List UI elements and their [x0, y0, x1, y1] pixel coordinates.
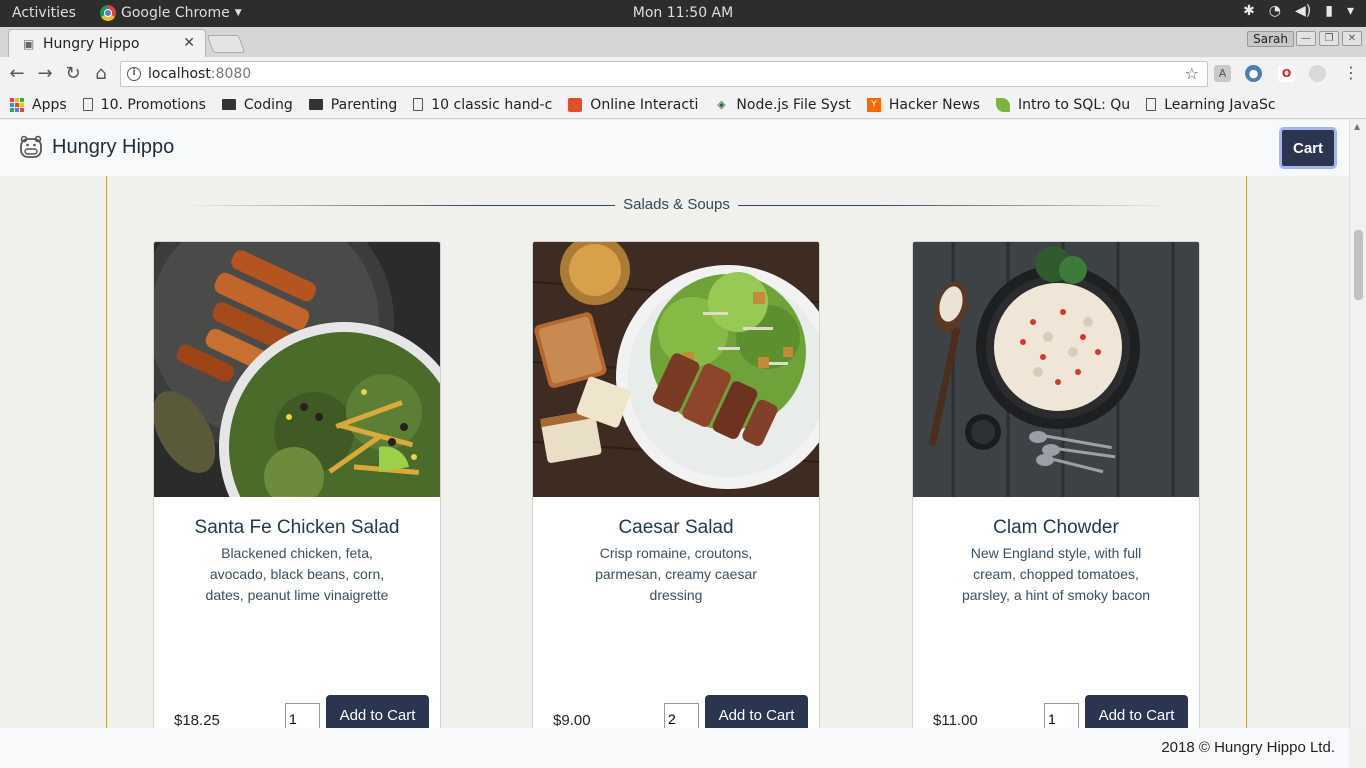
- page-footer: 2018 © Hungry Hippo Ltd.: [0, 728, 1349, 768]
- activities-button[interactable]: Activities: [12, 5, 76, 21]
- bookmark-hacker-news[interactable]: Y Hacker News: [866, 96, 980, 113]
- item-price: $18.25: [174, 712, 220, 729]
- bookmarks-bar: Apps 10. Promotions Coding Parenting 10 …: [0, 91, 1366, 119]
- bookmark-label: Parenting: [330, 96, 398, 113]
- chrome-menu-icon[interactable]: ⋮: [1340, 63, 1362, 82]
- browser-toolbar: ← → ↻ ⌂ i localhost:8080 ☆ A ● O ⋮: [0, 57, 1366, 91]
- bookmark-label: 10. Promotions: [100, 96, 206, 113]
- home-icon[interactable]: ⌂: [90, 63, 112, 84]
- tab-title: Hungry Hippo: [43, 35, 140, 52]
- nodejs-icon: ◈: [717, 97, 726, 111]
- menu-card-clam-chowder: Clam Chowder New England style, with ful…: [912, 241, 1200, 741]
- app-menu-label: Google Chrome: [121, 5, 230, 21]
- item-description: New England style, with full cream, chop…: [961, 545, 1151, 603]
- volume-icon[interactable]: ◀): [1295, 3, 1311, 19]
- bookmark-label: 10 classic hand-c: [431, 96, 553, 113]
- profile-button[interactable]: Sarah: [1247, 31, 1294, 47]
- bookmark-coding[interactable]: Coding: [221, 96, 293, 113]
- address-bar[interactable]: i localhost:8080 ☆: [120, 61, 1208, 87]
- item-title: Caesar Salad: [618, 517, 734, 538]
- folder-icon: [308, 99, 323, 110]
- wifi-icon[interactable]: ◔: [1269, 3, 1281, 19]
- bookmark-label: Apps: [32, 96, 67, 113]
- tab-strip: ▣ Hungry Hippo ✕ Sarah — ❐ ✕: [0, 27, 1366, 57]
- bookmark-label: Node.js File Syst: [736, 96, 851, 113]
- chevron-down-icon: ▼: [234, 8, 242, 18]
- bookmark-classic[interactable]: 10 classic hand-c: [413, 97, 552, 113]
- document-icon: [82, 98, 93, 111]
- item-price: $9.00: [553, 712, 591, 729]
- scrollbar-thumb[interactable]: [1354, 230, 1363, 300]
- clam-chowder-photo: [913, 242, 1199, 497]
- brand-link[interactable]: Hungry Hippo: [18, 134, 174, 160]
- bookmark-apps[interactable]: Apps: [10, 97, 67, 113]
- bookmark-label: Coding: [243, 96, 293, 113]
- menu-card-santa-fe-chicken-salad: Santa Fe Chicken Salad Blackened chicken…: [153, 241, 441, 741]
- document-icon: [1146, 98, 1157, 111]
- new-tab-button[interactable]: [206, 35, 246, 53]
- item-price: $11.00: [933, 712, 978, 729]
- url-host: localhost: [148, 66, 211, 82]
- footer-copyright: 2018 © Hungry Hippo Ltd.: [1161, 739, 1335, 756]
- bookmark-label: Hacker News: [888, 96, 980, 113]
- bookmark-label: Learning JavaSc: [1164, 96, 1276, 113]
- html5-icon: [568, 97, 583, 112]
- item-title: Santa Fe Chicken Salad: [194, 517, 400, 538]
- ycombinator-icon: Y: [866, 97, 881, 112]
- browser-tab[interactable]: ▣ Hungry Hippo ✕: [8, 29, 206, 57]
- close-tab-icon[interactable]: ✕: [183, 35, 195, 51]
- extension-grey-icon[interactable]: [1309, 65, 1326, 82]
- bookmark-label: Online Interacti: [590, 96, 699, 113]
- bookmark-label: Intro to SQL: Qu: [1017, 96, 1131, 113]
- scroll-up-icon[interactable]: ▲: [1354, 122, 1360, 131]
- menu-section: Salads & Soups Santa Fe Chicken Salad Bl…: [106, 176, 1247, 768]
- section-title: Salads & Soups: [615, 196, 738, 213]
- url-port: :8080: [210, 66, 252, 82]
- reload-icon[interactable]: ↻: [62, 63, 84, 84]
- caesar-salad-photo: [533, 242, 819, 497]
- bookmark-parenting[interactable]: Parenting: [308, 96, 398, 113]
- extension-opera-icon[interactable]: O: [1278, 65, 1295, 82]
- maximize-icon[interactable]: ❐: [1319, 31, 1339, 46]
- system-top-bar: Activities Google Chrome ▼ Mon 11:50 AM …: [0, 0, 1366, 27]
- item-description: Blackened chicken, feta, avocado, black …: [205, 545, 389, 603]
- minimize-icon[interactable]: —: [1296, 31, 1316, 46]
- apps-grid-icon: [10, 97, 24, 112]
- settings-gear-icon[interactable]: ✱: [1243, 3, 1255, 19]
- site-info-icon[interactable]: i: [127, 67, 141, 81]
- bookmark-intro-sql[interactable]: Intro to SQL: Qu: [995, 96, 1131, 113]
- page-viewport: Hungry Hippo Cart Salads & Soups Santa F…: [0, 120, 1349, 768]
- santa-fe-salad-photo: [154, 242, 440, 497]
- app-navbar: Hungry Hippo Cart: [0, 120, 1349, 176]
- extension-python-icon[interactable]: ●: [1245, 65, 1262, 82]
- brand-name: Hungry Hippo: [52, 135, 175, 158]
- document-icon: [413, 98, 424, 111]
- leaf-icon: [995, 97, 1010, 112]
- section-heading: Salads & Soups: [107, 196, 1246, 213]
- item-title: Clam Chowder: [993, 517, 1119, 538]
- page-scrollbar[interactable]: ▲: [1349, 120, 1366, 728]
- window-controls: — ❐ ✕: [1296, 31, 1362, 46]
- cart-button[interactable]: Cart: [1279, 127, 1337, 169]
- hippo-logo-icon: [20, 135, 42, 158]
- system-tray[interactable]: ✱ ◔ ◀) ▮ ▾: [1243, 3, 1354, 19]
- hippo-favicon-icon: ▣: [23, 36, 35, 51]
- forward-arrow-icon[interactable]: →: [34, 63, 56, 84]
- bookmark-promotions[interactable]: 10. Promotions: [82, 96, 206, 113]
- bookmark-star-icon[interactable]: ☆: [1185, 64, 1199, 83]
- back-arrow-icon[interactable]: ←: [6, 63, 28, 84]
- bookmark-nodejs[interactable]: ◈ Node.js File Syst: [714, 96, 851, 113]
- extension-translate-icon[interactable]: A: [1214, 65, 1231, 82]
- chrome-icon: [100, 5, 116, 21]
- app-menu[interactable]: Google Chrome ▼: [100, 5, 242, 21]
- bookmark-learning-js[interactable]: Learning JavaSc: [1146, 96, 1276, 113]
- close-window-icon[interactable]: ✕: [1342, 31, 1362, 46]
- bookmark-online-interactive[interactable]: Online Interacti: [568, 97, 698, 113]
- folder-icon: [221, 99, 236, 110]
- battery-icon[interactable]: ▮: [1325, 3, 1333, 19]
- menu-card-caesar-salad: Caesar Salad Crisp romaine, croutons, pa…: [532, 241, 820, 741]
- item-description: Crisp romaine, croutons, parmesan, cream…: [595, 545, 757, 603]
- power-menu-icon[interactable]: ▾: [1347, 3, 1354, 19]
